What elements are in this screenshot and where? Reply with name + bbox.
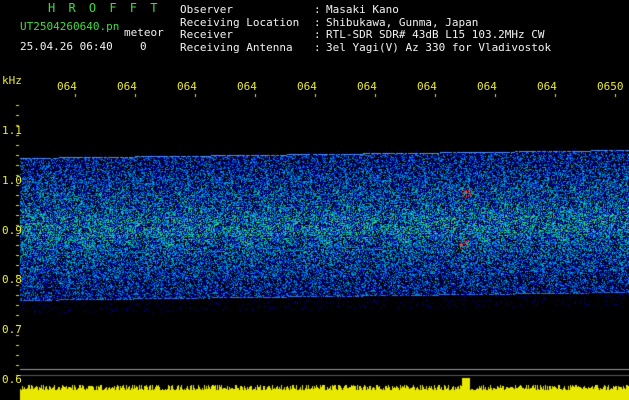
hrofft-screen: H R O F F T UT2504260640.pn meteor 25.04… [0,0,629,400]
filename: UT2504260640.pn [20,20,120,33]
freq-unit: kHz [2,74,22,87]
time-tick-label: 0650 [597,80,624,93]
field-label: Receiving Antenna [180,40,293,54]
time-tick-label: 064 [297,80,317,93]
freq-tick-label: 1.1 [2,124,22,137]
mode-label: meteor [124,26,164,39]
field-colon: : [314,3,321,16]
freq-tick-label: 1.0 [2,174,22,187]
freq-tick-label: 0.8 [2,273,22,286]
time-tick-label: 064 [417,80,437,93]
datetime: 25.04.26 06:40 [20,40,113,53]
field-label: Receiving Location [180,15,300,29]
field-colon: : [314,40,321,54]
field-value: RTL-SDR SDR# 43dB L15 103.2MHz CW [326,28,545,41]
field-label: Receiver [180,28,233,41]
time-tick-label: 064 [537,80,557,93]
time-tick-label: 064 [117,80,137,93]
field-value: Masaki Kano [326,3,399,16]
time-tick-label: 064 [477,80,497,93]
field-colon: : [314,28,321,41]
time-tick-label: 064 [237,80,257,93]
field-value: Shibukawa, Gunma, Japan [326,15,479,29]
time-tick-label: 064 [177,80,197,93]
field-value: 3el Yagi(V) Az 330 for Vladivostok [326,40,552,54]
time-tick-label: 064 [357,80,377,93]
count: 0 [140,40,147,53]
freq-tick-label: 0.7 [2,323,22,336]
time-tick-label: 064 [57,80,77,93]
freq-tick-label: 0.6 [2,373,22,386]
spectrogram [0,0,629,400]
field-label: Observer [180,3,233,16]
freq-tick-label: 0.9 [2,224,22,237]
app-title: H R O F F T [48,1,161,15]
field-colon: : [314,15,321,29]
